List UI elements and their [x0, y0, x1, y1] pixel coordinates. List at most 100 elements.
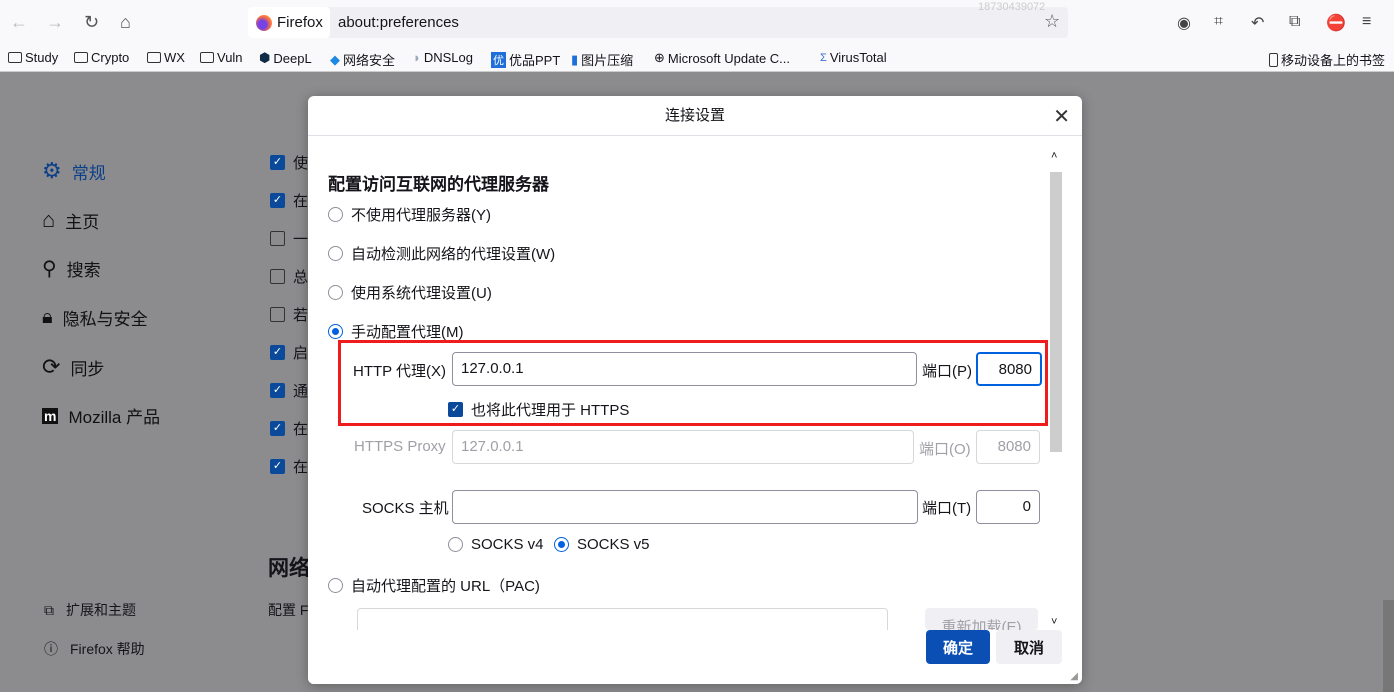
gear-icon: ⚙	[42, 158, 62, 183]
sidebar-item-privacy[interactable]: 🔒︎ 隐私与安全	[42, 305, 148, 330]
back-icon[interactable]: ←	[10, 12, 28, 33]
sidebar-help[interactable]: ⓘ Firefox 帮助	[44, 639, 145, 659]
bookmark-deepl[interactable]: ⬢ DeepL	[259, 50, 312, 66]
scrollbar-thumb[interactable]	[1050, 172, 1062, 452]
checkbox-icon: ✓	[448, 402, 463, 417]
pref-checkbox[interactable]: 若	[270, 304, 308, 325]
bookmark-label: VirusTotal	[829, 50, 887, 65]
pref-checkbox[interactable]: ✓ 启	[270, 342, 308, 363]
https-proxy-input[interactable]: 127.0.0.1	[452, 430, 914, 464]
cancel-button[interactable]: 取消	[996, 630, 1062, 664]
sidebar-label: 同步	[70, 359, 105, 379]
address-bar[interactable]: Firefox about:preferences 18730439072 ☆	[248, 1, 1068, 38]
bookmark-crypto[interactable]: Crypto	[74, 50, 129, 65]
http-proxy-input[interactable]: 127.0.0.1	[452, 352, 917, 386]
identity-box[interactable]: Firefox	[248, 7, 330, 38]
identity-label: Firefox	[277, 14, 323, 31]
sidebar-item-mozilla[interactable]: m Mozilla 产品	[42, 403, 160, 428]
radio-auto-detect[interactable]: 自动检测此网络的代理设置(W)	[328, 243, 555, 264]
reload-button[interactable]: 重新加载(E)	[925, 608, 1038, 630]
folder-icon	[74, 52, 88, 63]
sidebar-label: 主页	[65, 212, 100, 232]
page-scrollbar[interactable]	[1383, 600, 1394, 692]
socks-port-input[interactable]: 0	[976, 490, 1040, 524]
sidebar-item-sync[interactable]: ⟳ 同步	[42, 354, 104, 380]
sidebar-item-general[interactable]: ⚙ 常规	[42, 158, 106, 184]
radio-icon	[328, 246, 343, 261]
sidebar-label: 隐私与安全	[62, 310, 148, 329]
close-icon[interactable]: ✕	[1053, 104, 1070, 129]
pref-label: 在	[293, 459, 309, 476]
radio-label: SOCKS v4	[471, 536, 544, 553]
account-icon[interactable]: ◉	[1177, 13, 1191, 33]
pref-label: 一	[293, 231, 309, 248]
bookmark-vuln[interactable]: Vuln	[200, 50, 243, 65]
pref-checkbox[interactable]: 一	[270, 228, 308, 249]
bookmark-label: 优品PPT	[509, 53, 561, 68]
bookmark-label: Study	[25, 50, 59, 65]
sidebar-item-home[interactable]: ⌂ 主页	[42, 207, 99, 233]
url-text[interactable]: about:preferences	[338, 14, 459, 31]
pref-label: 在	[293, 193, 309, 210]
bookmark-wx[interactable]: WX	[147, 50, 185, 65]
radio-system-proxy[interactable]: 使用系统代理设置(U)	[328, 282, 492, 303]
home-icon[interactable]: ⌂	[120, 12, 131, 33]
checkbox-icon: ✓	[270, 459, 285, 474]
pref-label: 使	[293, 155, 309, 172]
radio-label: 自动代理配置的 URL（PAC)	[351, 578, 540, 595]
bookmark-study[interactable]: Study	[8, 50, 58, 65]
resize-grip-icon[interactable]: ◢	[1070, 671, 1078, 682]
bookmark-youpin[interactable]: 优优品PPT	[491, 50, 560, 69]
sidebar-extensions[interactable]: ⧉ 扩展和主题	[44, 600, 136, 620]
pref-checkbox[interactable]: ✓ 在	[270, 190, 308, 211]
mobile-icon	[1269, 52, 1278, 67]
extensions-icon[interactable]: ⧉	[1289, 13, 1300, 31]
proxy-heading: 配置访问互联网的代理服务器	[328, 175, 549, 194]
sidebar-item-search[interactable]: ⚲ 搜索	[42, 256, 101, 281]
dialog-scrollbar[interactable]: ˄ ˅	[1048, 150, 1064, 632]
sidebar-label: 常规	[71, 163, 106, 183]
mobile-bookmarks[interactable]: 移动设备上的书签	[1269, 50, 1385, 69]
home-icon: ⌂	[42, 207, 56, 232]
http-port-input[interactable]: 8080	[976, 352, 1042, 386]
sidebar-label: 搜索	[66, 261, 101, 280]
checkbox-icon	[270, 307, 285, 322]
pref-checkbox[interactable]: ✓ 使	[270, 152, 308, 173]
bookmark-ms-update[interactable]: ⊕ Microsoft Update C...	[654, 50, 790, 66]
bookmark-netsec[interactable]: ◆ 网络安全	[330, 50, 395, 69]
bookmark-label: WX	[164, 50, 185, 65]
undo-icon[interactable]: ↶	[1251, 13, 1264, 33]
bookmark-label: Microsoft Update C...	[667, 50, 791, 66]
also-https-checkbox[interactable]: ✓ 也将此代理用于 HTTPS	[448, 399, 629, 420]
radio-no-proxy[interactable]: 不使用代理服务器(Y)	[328, 204, 491, 225]
http-port-label: 端口(P)	[922, 363, 972, 380]
pref-checkbox[interactable]: ✓ 通	[270, 380, 308, 401]
ok-button[interactable]: 确定	[926, 630, 990, 664]
pref-label: 通	[293, 383, 309, 400]
bookmark-label: Vuln	[217, 50, 243, 65]
bookmark-virustotal[interactable]: Σ VirusTotal	[820, 50, 887, 65]
pref-checkbox[interactable]: ✓ 在	[270, 456, 308, 477]
star-icon[interactable]: ☆	[1044, 11, 1060, 32]
scroll-up-icon[interactable]: ˄	[1051, 150, 1057, 162]
extension-badge-icon[interactable]: ⛔	[1326, 13, 1346, 33]
socks-host-input[interactable]	[452, 490, 918, 524]
radio-socks-v4[interactable]: SOCKS v4	[448, 536, 544, 553]
scroll-down-icon[interactable]: ˅	[1051, 616, 1057, 628]
reload-icon[interactable]: ↻	[84, 12, 99, 33]
checkbox-icon: ✓	[270, 345, 285, 360]
bookmark-image-compress[interactable]: ▮ 图片压缩	[571, 50, 633, 69]
radio-pac-url[interactable]: 自动代理配置的 URL（PAC)	[328, 575, 540, 596]
pref-checkbox[interactable]: ✓ 在	[270, 418, 308, 439]
menu-icon[interactable]: ≡	[1362, 13, 1371, 31]
forward-icon[interactable]: →	[46, 12, 64, 33]
bookmark-label: 图片压缩	[581, 53, 634, 68]
radio-socks-v5[interactable]: SOCKS v5	[554, 536, 650, 553]
radio-manual-proxy[interactable]: 手动配置代理(M)	[328, 321, 464, 342]
pref-checkbox[interactable]: 总	[270, 266, 308, 287]
https-port-input[interactable]: 8080	[976, 430, 1040, 464]
bookmark-dnslog[interactable]: ◗ DNSLog	[413, 50, 473, 65]
screenshot-icon[interactable]: ⌗	[1214, 13, 1223, 31]
radio-icon	[554, 537, 569, 552]
folder-icon	[147, 52, 161, 63]
